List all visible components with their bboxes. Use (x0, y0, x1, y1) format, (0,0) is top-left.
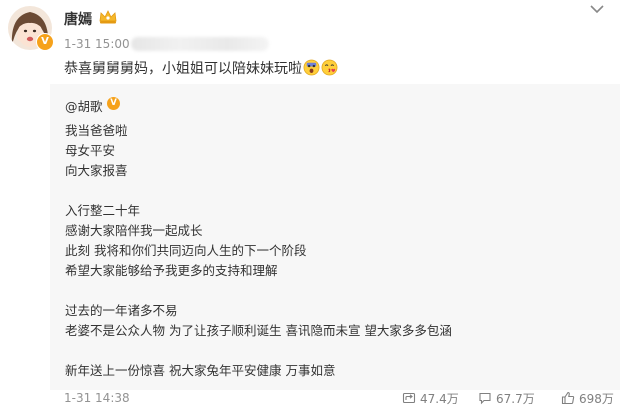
repost-author-mention[interactable]: @胡歌 (65, 96, 103, 115)
repost-line: 感谢大家陪伴我一起成长 (65, 223, 203, 238)
post-time[interactable]: 1-31 15:00 (64, 37, 130, 51)
repost-verified-badge-icon: V (107, 97, 120, 110)
like-button[interactable]: 698万 (561, 390, 614, 406)
repost-line: 入行整二十年 (65, 203, 141, 218)
repost-line: 老婆不是公众人物 为了让孩子顺利诞生 喜讯隐而未宣 望大家多多包涵 (65, 323, 452, 338)
comment-count: 67.7万 (496, 391, 535, 406)
blurred-source (131, 37, 269, 51)
kiss-face-emoji-icon (321, 59, 338, 76)
comment-icon (479, 392, 491, 405)
comment-button[interactable]: 67.7万 (478, 390, 535, 406)
repost-line: 向大家报喜 (65, 163, 128, 178)
post-text: 恭喜舅舅舅妈，小姐姐可以陪妹妹玩啦 (64, 58, 338, 78)
repost-card[interactable]: @胡歌 V 我当爸爸啦 母女平安 向大家报喜 入行整二十年 感谢大家陪伴我一起成… (50, 84, 620, 406)
repost-line: 此刻 我将和你们共同迈向人生的下一个阶段 (65, 243, 307, 258)
repost-line: 新年送上一份惊喜 祝大家兔年平安健康 万事如意 (65, 363, 336, 378)
author-name[interactable]: 唐嫣 (64, 9, 92, 29)
repost-line: 我当爸爸啦 (65, 123, 128, 138)
member-crown-icon[interactable] (98, 9, 118, 25)
repost-line: 母女平安 (65, 143, 116, 158)
forward-count: 47.4万 (420, 391, 459, 406)
post-text-content: 恭喜舅舅舅妈，小姐姐可以陪妹妹玩啦 (64, 61, 302, 77)
thumb-up-icon (561, 391, 575, 405)
forward-icon (402, 392, 416, 404)
forward-button[interactable]: 47.4万 (402, 390, 459, 406)
repost-line: 希望大家能够给予我更多的支持和理解 (65, 263, 278, 278)
verified-badge-icon: V (36, 33, 54, 51)
repost-time[interactable]: 1-31 14:38 (64, 391, 130, 405)
like-count: 698万 (579, 391, 614, 406)
shocked-face-emoji-icon (303, 59, 320, 76)
repost-line: 过去的一年诸多不易 (65, 303, 178, 318)
chevron-down-icon[interactable] (589, 2, 605, 16)
